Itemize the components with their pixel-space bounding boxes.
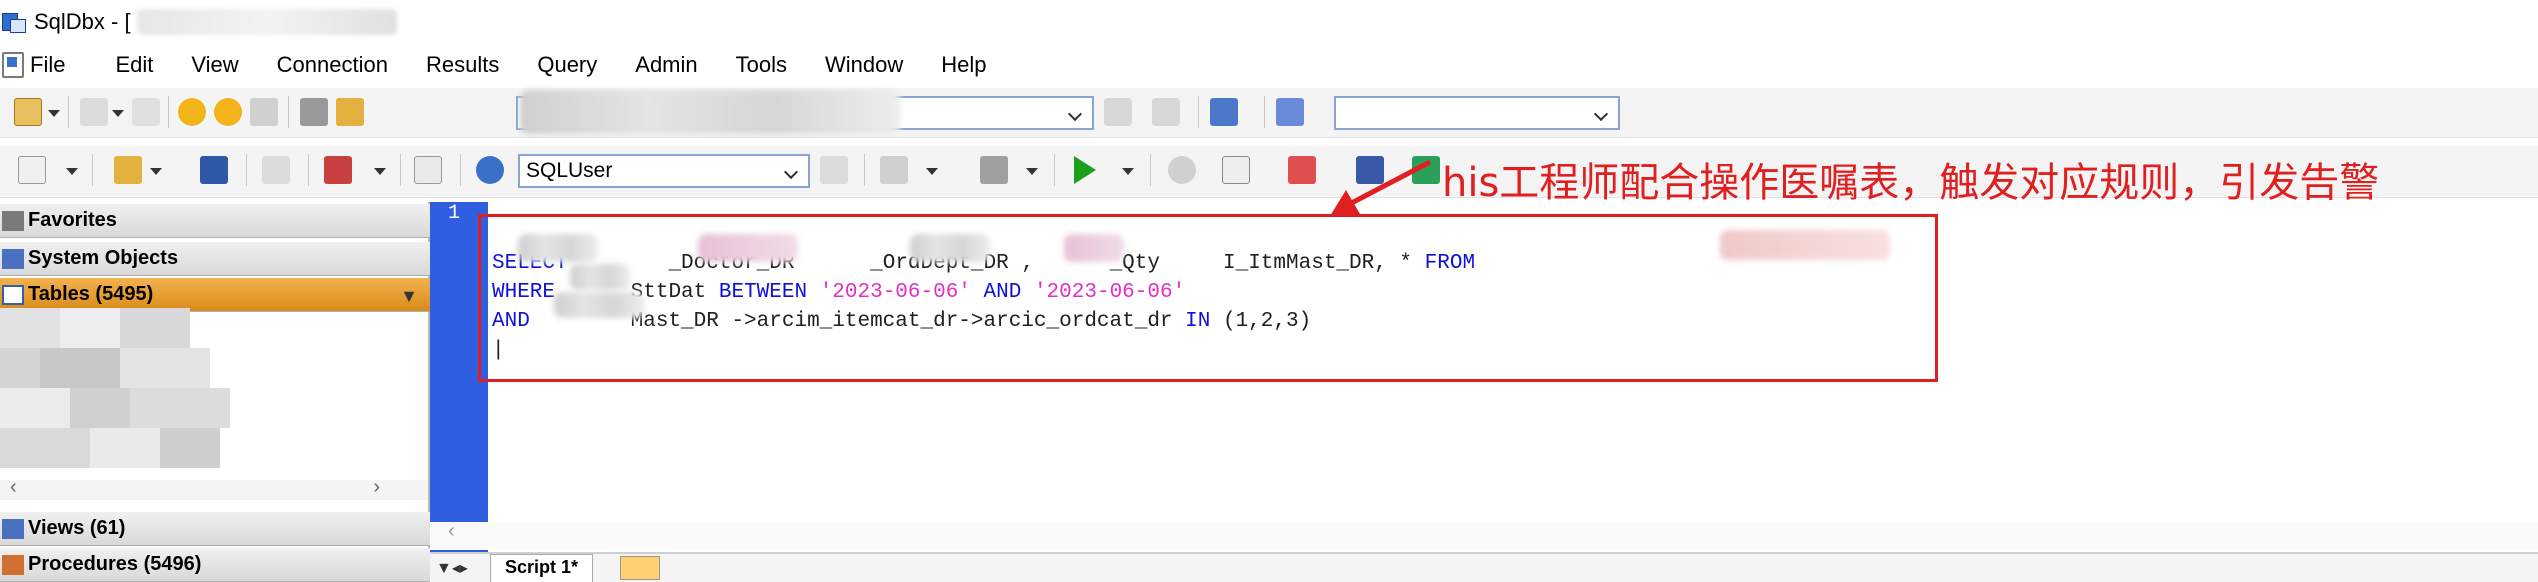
- annotation-text: his工程师配合操作医嘱表，触发对应规则，引发告警: [1442, 160, 2380, 206]
- tab-nav-icon[interactable]: ▼◂▸: [436, 558, 468, 578]
- tab-script-1[interactable]: Script 1*: [490, 554, 594, 582]
- new-tab-icon[interactable]: [620, 556, 660, 580]
- script-tab-bar: ▼◂▸ Script 1*: [430, 554, 2538, 582]
- annotation-arrow: [1330, 159, 1432, 216]
- sqldbx-window: SqlDbx - [ File Edit View Connection Res…: [0, 0, 2538, 582]
